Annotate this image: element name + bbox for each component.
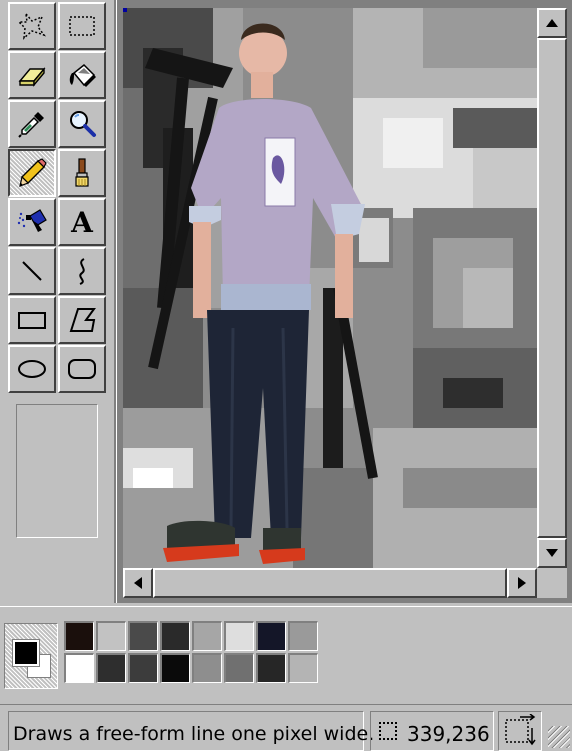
palette-swatch[interactable] (64, 621, 94, 651)
horizontal-scrollbar[interactable] (123, 568, 537, 598)
status-help-panel: Draws a free-form line one pixel wide. (8, 711, 375, 751)
eyedropper-icon (18, 112, 44, 138)
vertical-scrollbar[interactable] (537, 8, 567, 568)
selection-handle[interactable] (123, 8, 127, 12)
tool-eraser[interactable] (8, 51, 56, 99)
foreground-color-swatch[interactable] (12, 639, 40, 667)
palette-swatch[interactable] (256, 653, 286, 683)
palette-swatch[interactable] (224, 653, 254, 683)
cursor-position-panel: 339,236 (370, 711, 494, 751)
tool-polygon[interactable] (58, 296, 106, 344)
tool-rectangle[interactable] (8, 296, 56, 344)
scrollbar-corner (537, 568, 567, 598)
polygon-icon (69, 308, 96, 332)
tool-free-form-select[interactable] (8, 2, 56, 50)
selection-size-panel (498, 711, 542, 751)
palette-swatch[interactable] (288, 621, 318, 651)
palette-swatch[interactable] (128, 653, 158, 683)
palette-swatch[interactable] (160, 653, 190, 683)
palette-swatch[interactable] (224, 621, 254, 651)
arrow-down-icon (546, 549, 558, 557)
tool-magnifier[interactable] (58, 100, 106, 148)
rounded-rectangle-icon (68, 359, 96, 379)
palette-swatch[interactable] (96, 621, 126, 651)
tool-options-box[interactable] (16, 404, 98, 538)
palette-swatch[interactable] (128, 621, 158, 651)
status-bar: Draws a free-form line one pixel wide. 3… (0, 704, 572, 751)
cursor-position-icon (379, 722, 397, 740)
palette-swatch[interactable] (64, 653, 94, 683)
resize-grip[interactable] (548, 726, 570, 748)
pencil-icon (19, 158, 47, 187)
tool-rounded-rectangle[interactable] (58, 345, 106, 393)
vertical-scroll-thumb[interactable] (537, 38, 567, 538)
eraser-icon (18, 67, 46, 87)
ellipse-icon (18, 360, 46, 378)
tool-pick-color[interactable] (8, 100, 56, 148)
airbrush-icon (17, 209, 47, 232)
palette-swatch[interactable] (160, 621, 190, 651)
palette-swatch[interactable] (256, 621, 286, 651)
palette-swatch[interactable] (192, 653, 222, 683)
palette-swatch[interactable] (288, 653, 318, 683)
tool-select[interactable] (58, 2, 106, 50)
arrow-up-icon (546, 19, 558, 27)
canvas-image (123, 8, 537, 568)
drawing-canvas[interactable] (123, 8, 537, 568)
cursor-position: 339,236 (407, 722, 490, 746)
rect-select-icon (69, 16, 95, 36)
scroll-right-button[interactable] (507, 568, 537, 598)
tool-text[interactable]: A (58, 198, 106, 246)
free-form-select-icon (17, 11, 47, 40)
tool-fill-with-color[interactable] (58, 51, 106, 99)
tool-line[interactable] (8, 247, 56, 295)
palette-swatch[interactable] (192, 621, 222, 651)
horizontal-scroll-thumb[interactable] (153, 568, 507, 598)
text-icon: A (71, 205, 93, 239)
curve-icon (79, 258, 85, 285)
line-icon (22, 261, 42, 281)
tool-ellipse[interactable] (8, 345, 56, 393)
arrow-right-icon (518, 577, 526, 589)
tool-pencil[interactable] (8, 149, 56, 197)
paint-bucket-icon (69, 63, 96, 87)
arrow-left-icon (134, 577, 142, 589)
scroll-up-button[interactable] (537, 8, 567, 38)
current-colors[interactable] (4, 623, 58, 689)
scroll-down-button[interactable] (537, 538, 567, 568)
rectangle-icon (18, 312, 46, 329)
tool-airbrush[interactable] (8, 198, 56, 246)
magnifier-icon (70, 111, 96, 137)
tool-brush[interactable] (58, 149, 106, 197)
tool-curve[interactable] (58, 247, 106, 295)
toolbox: A (0, 0, 114, 603)
palette-swatch[interactable] (96, 653, 126, 683)
brush-icon (75, 158, 89, 187)
scroll-left-button[interactable] (123, 568, 153, 598)
selection-size-icon (505, 714, 536, 746)
color-palette (0, 606, 572, 702)
workspace (117, 0, 572, 603)
status-help-text: Draws a free-form line one pixel wide. (13, 723, 375, 745)
